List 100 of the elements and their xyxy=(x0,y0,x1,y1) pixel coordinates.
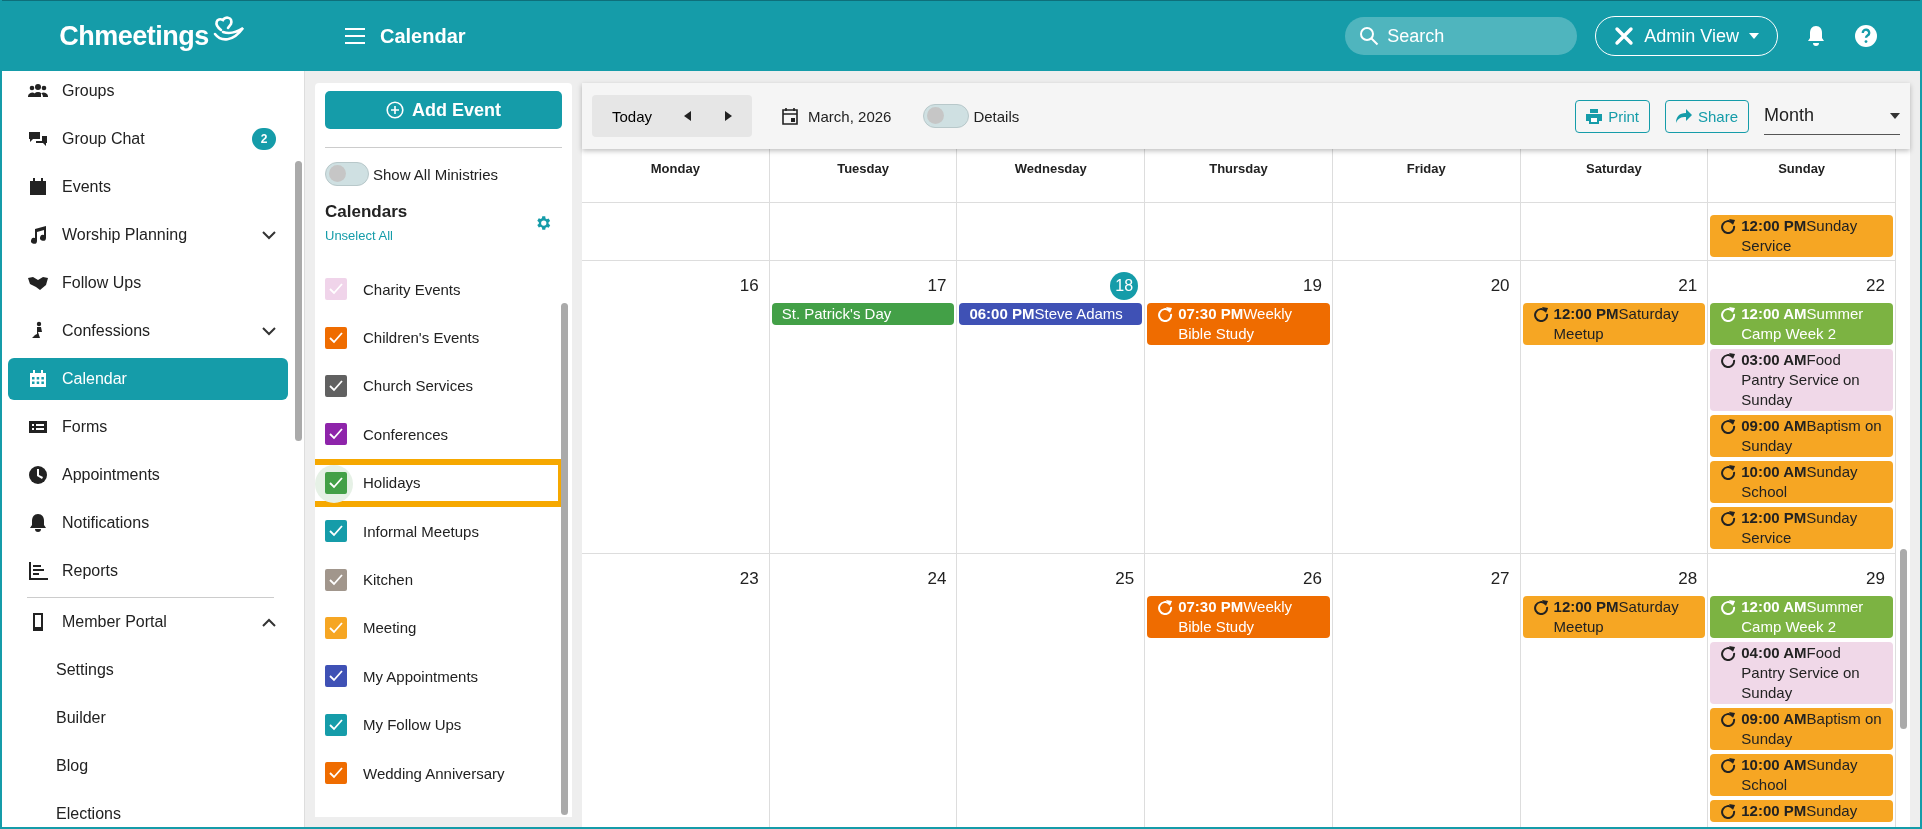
sidebar-item[interactable]: Group Chat 2 xyxy=(8,115,298,163)
sidebar-subitem[interactable]: Blog xyxy=(8,742,298,790)
checkmark-icon xyxy=(329,767,343,780)
calendar-event[interactable]: 04:00 AMFood Pantry Service on Sunday xyxy=(1710,642,1893,704)
event-text: St. Patrick's Day xyxy=(781,304,892,324)
day-number[interactable]: 16 xyxy=(739,276,759,296)
day-number[interactable]: 24 xyxy=(927,569,947,589)
day-number[interactable]: 17 xyxy=(927,276,947,296)
notification-bell-icon[interactable] xyxy=(1806,25,1826,47)
sidebar-item[interactable]: Reports xyxy=(8,547,298,595)
checkbox[interactable] xyxy=(325,520,347,543)
event-text: 12:00 AMSummer Camp Week 2 xyxy=(1741,304,1865,344)
view-select[interactable]: Month xyxy=(1764,97,1900,135)
weekday-header: Tuesday xyxy=(837,161,889,176)
scrollbar[interactable] xyxy=(295,161,302,441)
checkbox[interactable] xyxy=(325,326,347,349)
sidebar-item[interactable]: Notifications xyxy=(8,499,298,547)
repeat-icon xyxy=(1720,757,1737,773)
day-number[interactable]: 22 xyxy=(1866,276,1885,296)
calendar-filter-item[interactable]: My Follow Ups xyxy=(315,700,558,749)
calendar-event[interactable]: 12:00 PMSunday Service xyxy=(1710,215,1893,257)
day-number[interactable]: 26 xyxy=(1302,569,1322,589)
checkbox[interactable] xyxy=(325,568,347,591)
menu-icon[interactable] xyxy=(344,27,366,45)
event-text: 07:30 PMWeekly Bible Study xyxy=(1178,597,1294,637)
day-number[interactable]: 19 xyxy=(1302,276,1322,296)
chevron-down-icon[interactable] xyxy=(262,230,276,240)
calendar-filter-item[interactable]: Informal Meetups xyxy=(315,506,558,556)
sidebar-item[interactable]: Events xyxy=(8,163,298,211)
toggle-switch[interactable] xyxy=(325,162,369,186)
calendar-event[interactable]: 10:00 AMSunday School xyxy=(1710,461,1893,503)
settings-icon[interactable] xyxy=(534,213,552,232)
day-number[interactable]: 21 xyxy=(1678,276,1698,296)
calendar-filter-item[interactable]: Meeting xyxy=(315,603,558,653)
calendar-icon[interactable] xyxy=(782,107,799,125)
sidebar-item[interactable]: Follow Ups xyxy=(8,259,298,307)
scrollbar[interactable] xyxy=(561,303,568,815)
help-icon[interactable] xyxy=(1854,24,1878,48)
repeat-icon xyxy=(1157,599,1174,615)
calendar-filter-item[interactable]: My Appointments xyxy=(315,652,558,701)
event-text: 12:00 PMSunday xyxy=(1741,801,1858,821)
repeat-icon xyxy=(1720,352,1737,368)
calendar-event[interactable]: 12:00 PMSunday Service xyxy=(1710,507,1893,549)
calendar-filter-item[interactable]: Kitchen xyxy=(315,555,558,604)
checkbox[interactable] xyxy=(325,616,347,639)
sidebar-item[interactable]: Member Portal xyxy=(8,598,298,646)
calendar-filter-item[interactable]: Conferences xyxy=(315,410,558,459)
chevron-down-icon[interactable] xyxy=(262,326,276,336)
calendar-event[interactable]: 09:00 AMBaptism on Sunday xyxy=(1710,415,1893,457)
calendar-event[interactable]: 12:00 PMSaturday Meetup xyxy=(1522,303,1706,345)
event-text: 07:30 PMWeekly Bible Study xyxy=(1178,304,1294,344)
checkmark-icon xyxy=(329,331,343,344)
calendar-filter-item[interactable]: Charity Events xyxy=(315,265,558,314)
checkbox[interactable] xyxy=(325,374,347,397)
sidebar-item[interactable]: Appointments xyxy=(8,451,298,499)
sidebar-subitem[interactable]: Settings xyxy=(8,646,298,694)
calendar-event[interactable]: 06:00 PMSteve Adams xyxy=(959,303,1143,325)
bell-icon xyxy=(28,513,48,533)
day-number[interactable]: 29 xyxy=(1866,569,1885,589)
checkmark-icon xyxy=(329,428,343,441)
day-number[interactable]: 28 xyxy=(1678,569,1698,589)
calendar-filter-item[interactable]: Wedding Anniversary xyxy=(315,748,558,798)
sidebar-item[interactable]: Worship Planning xyxy=(8,211,298,259)
day-number[interactable]: 23 xyxy=(739,569,759,589)
event-text: 12:00 PMSunday Service xyxy=(1741,216,1859,256)
calendar-event[interactable]: 12:00 PMSunday xyxy=(1710,800,1893,822)
sidebar-item[interactable]: Forms xyxy=(8,403,298,451)
toggle-label: Details xyxy=(973,107,1020,125)
calendar-event[interactable]: 09:00 AMBaptism on Sunday xyxy=(1710,708,1893,750)
weekday-header: Thursday xyxy=(1209,161,1268,176)
checkbox[interactable] xyxy=(325,471,347,494)
calendar-event[interactable]: 10:00 AMSunday School xyxy=(1710,754,1893,796)
today-button[interactable]: Today xyxy=(612,107,653,125)
calendar-filter-item[interactable]: Church Services xyxy=(315,361,558,411)
checkbox[interactable] xyxy=(325,762,347,785)
day-number[interactable]: 20 xyxy=(1490,276,1510,296)
calendar-filter-item[interactable]: Children's Events xyxy=(315,313,558,362)
checkmark-icon xyxy=(329,573,343,586)
checkbox[interactable] xyxy=(325,713,347,736)
day-number[interactable]: 27 xyxy=(1490,569,1510,589)
checkmark-icon xyxy=(329,525,343,538)
calendar-filter-item[interactable]: Holidays xyxy=(315,458,564,507)
calendar-event[interactable]: 03:00 AMFood Pantry Service on Sunday xyxy=(1710,349,1893,411)
sidebar-subitem[interactable]: Builder xyxy=(8,694,298,742)
next-icon[interactable] xyxy=(724,111,733,121)
repeat-icon xyxy=(1720,599,1737,615)
search-icon xyxy=(1359,26,1380,46)
sidebar-item[interactable]: Groups xyxy=(8,71,298,115)
sidebar-subitem[interactable]: Elections xyxy=(8,790,298,827)
toggle-switch[interactable] xyxy=(923,104,970,128)
checkbox[interactable] xyxy=(325,423,347,446)
calendar-event[interactable]: 12:00 PMSaturday Meetup xyxy=(1522,596,1706,638)
chevron-up-icon[interactable] xyxy=(262,617,276,627)
checkbox[interactable] xyxy=(325,665,347,688)
event-text: 12:00 PMSaturday Meetup xyxy=(1553,304,1680,344)
event-text: 09:00 AMBaptism on Sunday xyxy=(1741,709,1883,749)
scrollbar[interactable] xyxy=(1900,549,1907,729)
previous-icon[interactable] xyxy=(684,111,693,121)
sidebar-item[interactable]: Confessions xyxy=(8,307,298,355)
day-number[interactable]: 25 xyxy=(1115,569,1135,589)
